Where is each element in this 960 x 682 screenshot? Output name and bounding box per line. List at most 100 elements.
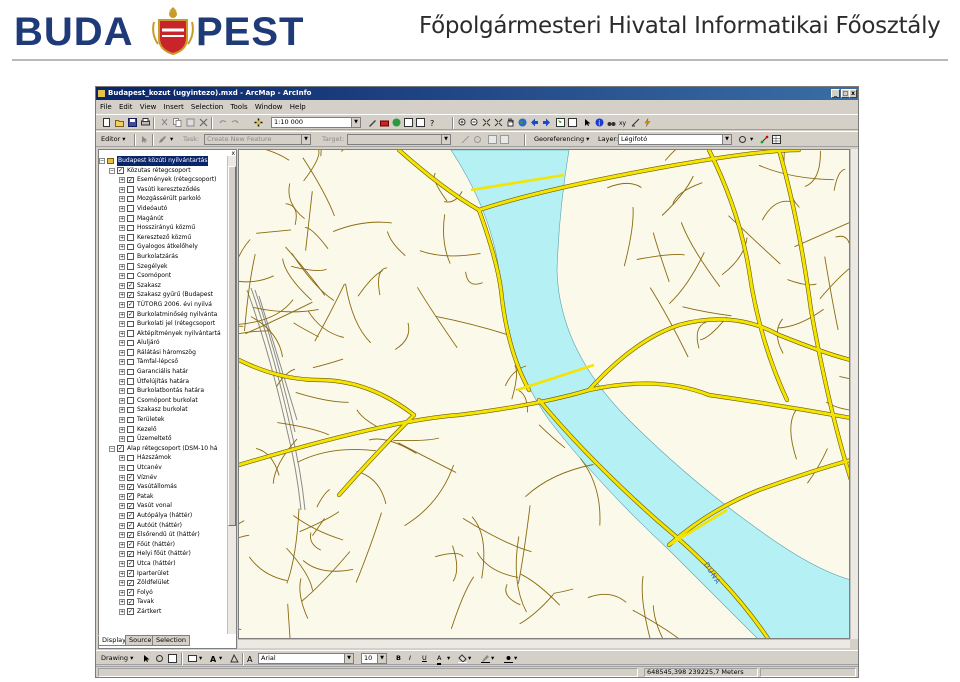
rotate-element-icon[interactable] xyxy=(155,654,164,663)
layer-visibility-checkbox[interactable] xyxy=(127,243,134,251)
expand-plus-icon[interactable]: + xyxy=(119,244,125,251)
layer-visibility-checkbox[interactable] xyxy=(127,224,134,232)
layer-visibility-checkbox[interactable] xyxy=(127,272,134,280)
toc-layer-row[interactable]: + ✓ Folyó xyxy=(99,588,227,598)
toc-layer-row[interactable]: + ✓ Víznév xyxy=(99,473,227,483)
model-builder-icon[interactable] xyxy=(416,118,425,127)
toc-layer-row[interactable]: + Útfelújítás határa xyxy=(99,377,227,387)
toc-layer-row[interactable]: + ✓ Autópálya (háttér) xyxy=(99,511,227,521)
layer-name[interactable]: Videóautó xyxy=(137,204,167,214)
chevron-down-icon[interactable]: ▼ xyxy=(377,654,386,663)
toc-layer-row[interactable]: + Kezelő xyxy=(99,425,227,435)
select-elements-arrow-icon[interactable] xyxy=(583,118,592,127)
font-combo[interactable]: Arial ▼ xyxy=(258,653,354,664)
layer-visibility-checkbox[interactable] xyxy=(127,330,134,337)
chevron-down-icon[interactable]: ▼ xyxy=(301,135,310,144)
layer-name[interactable]: Garanciális határ xyxy=(137,367,188,377)
arctoolbox-icon[interactable] xyxy=(380,118,389,127)
expand-plus-icon[interactable]: + xyxy=(119,426,125,433)
toc-layer-row[interactable]: + Keresztező közmű xyxy=(99,233,227,243)
layer-name[interactable]: Burkolati jel (rétegcsoport xyxy=(137,319,215,329)
layer-name[interactable]: Aluljáró xyxy=(137,338,160,348)
expand-plus-icon[interactable]: + xyxy=(119,263,125,270)
menu-help[interactable]: Help xyxy=(290,103,306,111)
split-tool-icon[interactable] xyxy=(461,135,470,144)
toc-layer-row[interactable]: + Gyalogos átkelőhely xyxy=(99,242,227,252)
expand-plus-icon[interactable]: + xyxy=(119,234,125,241)
layer-name[interactable]: Események (rétegcsoport) xyxy=(137,175,217,185)
layer-name[interactable]: Házszámok xyxy=(137,453,171,463)
expand-plus-icon[interactable]: + xyxy=(119,484,125,491)
drawing-menu[interactable]: Drawing ▾ xyxy=(101,654,133,663)
expand-plus-icon[interactable]: + xyxy=(119,205,125,212)
toc-layer-row[interactable]: + ✓ Főút (háttér) xyxy=(99,540,227,550)
chevron-down-icon[interactable]: ▼ xyxy=(344,654,353,663)
layer-name[interactable]: Területek xyxy=(137,415,164,425)
layer-visibility-checkbox[interactable]: ✓ xyxy=(127,598,134,606)
toc-layer-row[interactable]: + ✓ Patak xyxy=(99,492,227,502)
collapse-minus-icon[interactable]: − xyxy=(109,167,115,174)
toc-layer-row[interactable]: + Csomópont xyxy=(99,271,227,281)
layer-name[interactable]: Mozgássérült parkoló xyxy=(137,194,201,204)
attributes-icon[interactable] xyxy=(488,135,497,144)
layer-name[interactable]: Helyi főút (háttér) xyxy=(137,549,191,559)
expand-plus-icon[interactable]: + xyxy=(119,359,125,366)
menu-file[interactable]: File xyxy=(100,103,112,111)
layer-name[interactable]: Szakasz xyxy=(137,281,161,291)
layer-visibility-checkbox[interactable]: ✓ xyxy=(127,483,134,491)
layer-name[interactable]: Zártkert xyxy=(137,607,161,617)
layer-name[interactable]: Vasúti kereszteződés xyxy=(137,185,200,195)
toc-layer-row[interactable]: + ✓ Burkolatminőség nyilvánta xyxy=(99,310,227,320)
menu-selection[interactable]: Selection xyxy=(191,103,223,111)
font-color-dropdown-icon[interactable]: ▾ xyxy=(447,654,450,663)
edit-vertices-icon[interactable] xyxy=(230,654,239,663)
layer-name[interactable]: Vasút vonal xyxy=(137,501,172,511)
layer-visibility-checkbox[interactable]: ✓ xyxy=(127,579,134,587)
layer-visibility-checkbox[interactable] xyxy=(127,186,134,193)
layer-name[interactable]: Autópálya (háttér) xyxy=(137,511,192,521)
print-icon[interactable] xyxy=(141,118,150,127)
zoom-out-icon[interactable] xyxy=(470,118,479,127)
expand-plus-icon[interactable]: + xyxy=(119,608,125,615)
expand-plus-icon[interactable]: + xyxy=(119,273,125,280)
cut-icon[interactable] xyxy=(160,118,169,127)
georef-layer-combo[interactable]: Légifotó ▼ xyxy=(618,134,732,145)
layer-name[interactable]: Burkolatzárás xyxy=(137,252,178,262)
fill-color-bucket-icon[interactable] xyxy=(458,654,467,663)
expand-plus-icon[interactable]: + xyxy=(119,292,125,299)
expand-plus-icon[interactable]: + xyxy=(119,580,125,587)
add-data-icon[interactable] xyxy=(254,118,263,127)
layer-visibility-checkbox[interactable]: ✓ xyxy=(127,541,134,548)
layer-visibility-checkbox[interactable] xyxy=(127,358,134,366)
layer-visibility-checkbox[interactable] xyxy=(127,416,134,424)
toc-layer-row[interactable]: + Területek xyxy=(99,415,227,425)
toc-layer-row[interactable]: + Burkolatzárás xyxy=(99,252,227,262)
layer-name[interactable]: Keresztező közmű xyxy=(137,233,191,243)
tab-selection[interactable]: Selection xyxy=(152,635,190,646)
layer-visibility-checkbox[interactable] xyxy=(127,406,134,414)
expand-plus-icon[interactable]: + xyxy=(119,177,125,184)
layer-visibility-checkbox[interactable] xyxy=(127,435,134,443)
rotate-georef-icon[interactable] xyxy=(738,135,747,144)
layer-visibility-checkbox[interactable] xyxy=(127,195,134,203)
layer-name[interactable]: Folyó xyxy=(137,588,153,598)
georef-dropdown-icon[interactable]: ▾ xyxy=(750,135,753,144)
toc-layer-row[interactable]: + Aktépítmények nyilvántartá xyxy=(99,329,227,339)
tab-source[interactable]: Source xyxy=(125,635,156,646)
toc-layer-row[interactable]: + Házszámok xyxy=(99,453,227,463)
editor-menu[interactable]: Editor ▾ xyxy=(101,135,126,144)
python-icon[interactable] xyxy=(404,118,413,127)
toc-layer-row[interactable]: + ✓ Zártkert xyxy=(99,607,227,617)
select-features-icon[interactable] xyxy=(556,118,565,127)
clear-selection-icon[interactable] xyxy=(568,118,577,127)
expand-plus-icon[interactable]: + xyxy=(119,369,125,376)
minimize-button[interactable]: _ xyxy=(831,89,840,98)
zoom-whole-page-icon[interactable] xyxy=(168,654,177,663)
expand-plus-icon[interactable]: + xyxy=(119,311,125,318)
layer-name[interactable]: Csomópont burkolat xyxy=(137,396,198,406)
pan-hand-icon[interactable] xyxy=(506,118,515,127)
expand-plus-icon[interactable]: + xyxy=(119,474,125,481)
layer-visibility-checkbox[interactable]: ✓ xyxy=(127,282,134,289)
sketch-properties-icon[interactable] xyxy=(500,135,509,144)
toc-layer-row[interactable]: + Hosszirányú közmű xyxy=(99,223,227,233)
